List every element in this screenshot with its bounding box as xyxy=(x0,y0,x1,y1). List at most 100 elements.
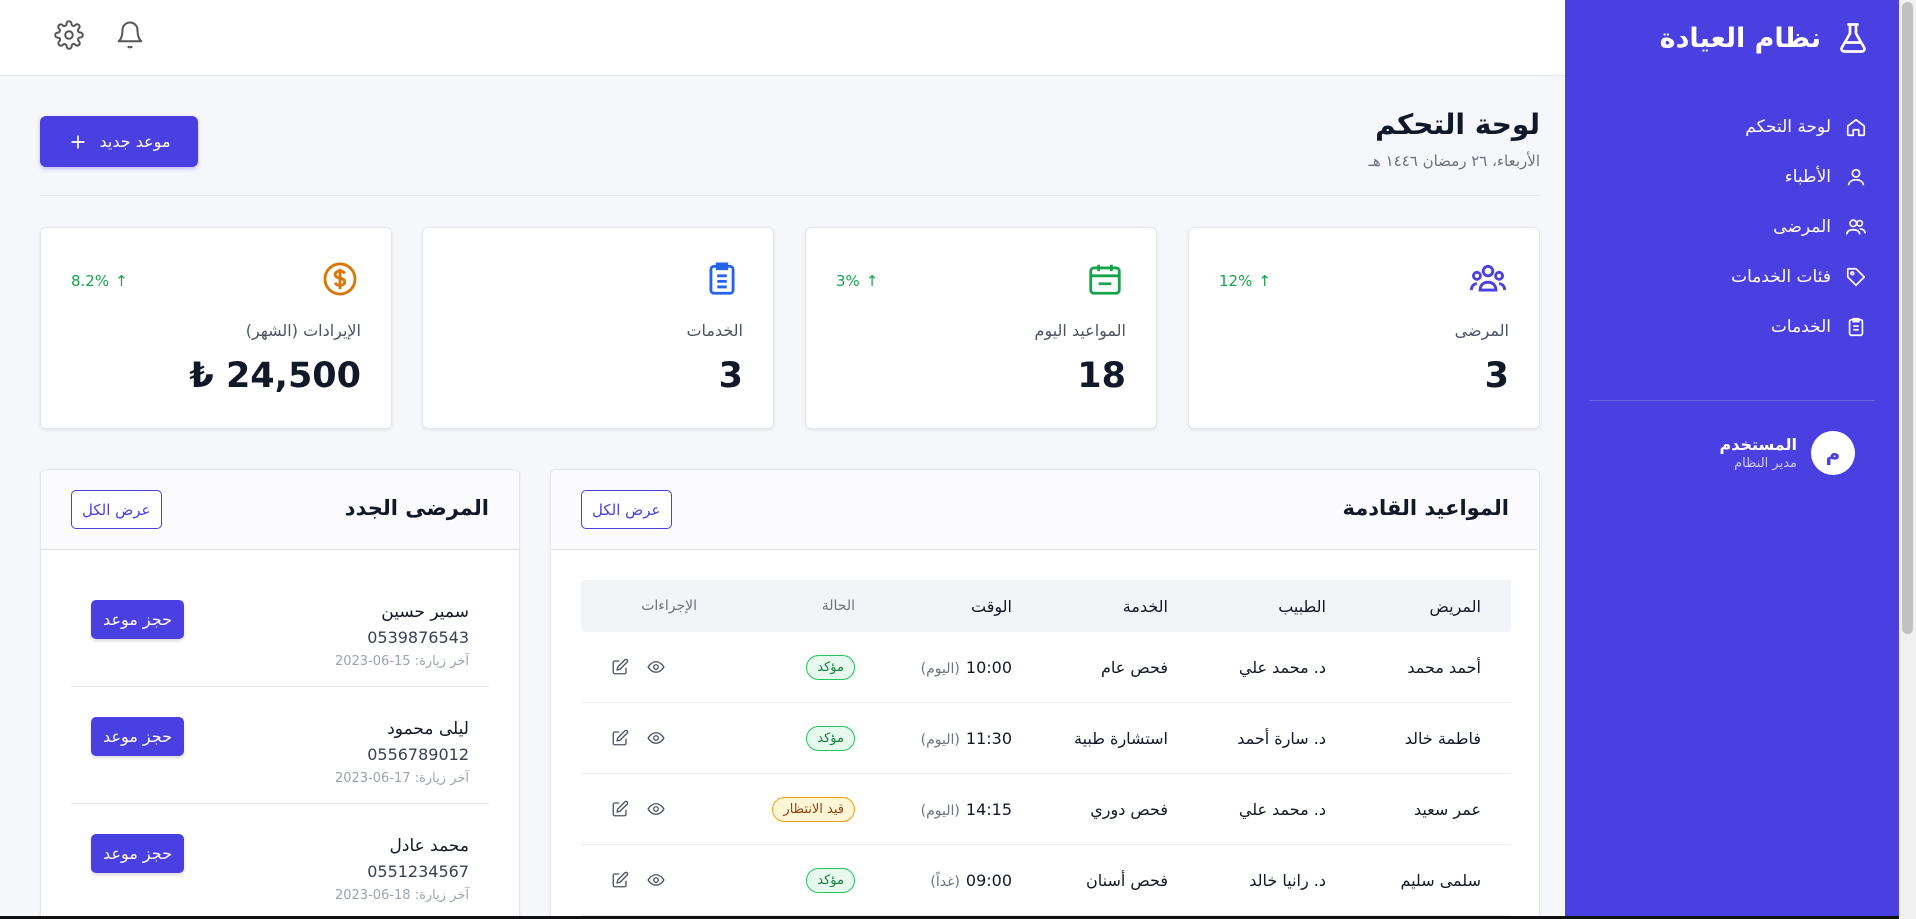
user-profile[interactable]: م المستخدم مدير النظام xyxy=(1565,401,1899,475)
sidebar-item-label: الخدمات xyxy=(1770,317,1831,337)
patient-name: سمير حسين xyxy=(381,602,469,622)
sidebar-item-doctors[interactable]: الأطباء xyxy=(1565,152,1899,202)
edit-icon[interactable] xyxy=(611,729,629,747)
eye-icon[interactable] xyxy=(647,658,665,676)
edit-icon[interactable] xyxy=(611,800,629,818)
trend-value: 12% xyxy=(1219,272,1253,290)
time-suffix: (اليوم) xyxy=(920,660,960,677)
cell-status: مؤكد xyxy=(727,654,885,680)
column-header: الوقت xyxy=(971,596,1012,616)
view-all-patients-button[interactable]: عرض الكل xyxy=(71,490,162,529)
cell-service: فحص دوري xyxy=(1090,799,1168,819)
patient-phone: 0539876543 xyxy=(367,628,469,647)
cell-time: 11:30 (اليوم) xyxy=(885,729,1040,748)
eye-icon[interactable] xyxy=(647,871,665,889)
cell-patient: أحمد محمد xyxy=(1407,657,1481,677)
time-suffix: (غداً) xyxy=(930,873,960,890)
cell-patient: فاطمة خالد xyxy=(1404,728,1481,748)
sidebar-item-services[interactable]: الخدمات xyxy=(1565,302,1899,352)
column-header: الإجراءات xyxy=(641,598,697,614)
book-appointment-button[interactable]: حجز موعد xyxy=(91,717,184,756)
sidebar-item-service-categories[interactable]: فئات الخدمات xyxy=(1565,252,1899,302)
time-value: 11:30 xyxy=(965,728,1012,748)
calendar-icon xyxy=(1086,260,1124,298)
appointments-table: المريض الطبيب الخدمة الوقت الحالة الإجرا… xyxy=(581,580,1511,916)
trend-up: ↑ 8.2% xyxy=(71,272,128,290)
page-date: الأربعاء، ٢٦ رمضان ١٤٤٦ هـ xyxy=(1368,152,1540,170)
cell-doctor: د. محمد علي xyxy=(1238,799,1326,819)
stat-label: الإيرادات (الشهر) xyxy=(245,321,361,340)
book-appointment-button[interactable]: حجز موعد xyxy=(91,834,184,873)
column-header: الخدمة xyxy=(1122,596,1168,616)
dollar-icon xyxy=(321,260,359,298)
bell-icon[interactable] xyxy=(115,20,145,50)
plus-icon xyxy=(68,132,88,152)
cell-status: قيد الانتظار xyxy=(727,796,885,822)
new-appointment-button[interactable]: موعد جديد xyxy=(40,116,198,167)
status-badge: قيد الانتظار xyxy=(772,796,855,822)
stat-value: 18 xyxy=(1077,356,1126,396)
stat-card-patients: ↑ 12% المرضى 3 xyxy=(1188,227,1540,429)
cell-time: 14:15 (اليوم) xyxy=(885,800,1040,819)
patient-last-visit: آخر زيارة: 17-06-2023 xyxy=(334,771,469,786)
list-item: سمير حسين 0539876543 آخر زيارة: 15-06-20… xyxy=(71,570,489,687)
cell-service: فحص أسنان xyxy=(1086,870,1168,890)
panel-header: المرضى الجدد عرض الكل xyxy=(41,470,519,550)
cell-doctor: د. سارة أحمد xyxy=(1237,728,1326,748)
eye-icon[interactable] xyxy=(647,800,665,818)
status-badge: مؤكد xyxy=(806,867,855,893)
gear-icon[interactable] xyxy=(54,20,84,50)
user-role: مدير النظام xyxy=(1734,456,1797,471)
page-scrollbar[interactable] xyxy=(1899,0,1916,919)
stats-row: ↑ 12% المرضى 3 ↑ 3% المواعيد اليوم 18 ال… xyxy=(40,227,1540,429)
trend-value: 3% xyxy=(836,272,860,290)
cell-actions xyxy=(581,871,727,889)
table-row: فاطمة خالد د. سارة أحمد استشارة طبية 11:… xyxy=(581,703,1511,774)
table-row: أحمد محمد د. محمد علي فحص عام 10:00 (اليو… xyxy=(581,632,1511,703)
view-all-appointments-button[interactable]: عرض الكل xyxy=(581,490,672,529)
trend-up: ↑ 12% xyxy=(1219,272,1271,290)
table-row: عمر سعيد د. محمد علي فحص دوري 14:15 (اليو… xyxy=(581,774,1511,845)
tag-icon xyxy=(1845,266,1867,288)
table-row: سلمى سليم د. رانيا خالد فحص أسنان 09:00 (… xyxy=(581,845,1511,916)
avatar: م xyxy=(1811,431,1855,475)
cell-status: مؤكد xyxy=(727,867,885,893)
cell-doctor: د. محمد علي xyxy=(1238,657,1326,677)
page-title: لوحة التحكم xyxy=(1375,108,1540,141)
sidebar-nav: لوحة التحكم الأطباء المرضى فئات الخدمات … xyxy=(1565,102,1899,352)
brand[interactable]: نظام العيادة xyxy=(1565,0,1899,76)
patient-name: محمد عادل xyxy=(389,836,469,856)
patient-last-visit: آخر زيارة: 15-06-2023 xyxy=(334,654,469,669)
cell-actions xyxy=(581,800,727,818)
stat-card-revenue: ↑ 8.2% الإيرادات (الشهر) 24,500 ₺ xyxy=(40,227,392,429)
panel-header: المواعيد القادمة عرض الكل xyxy=(551,470,1539,550)
status-badge: مؤكد xyxy=(806,654,855,680)
cell-status: مؤكد xyxy=(727,725,885,751)
status-badge: مؤكد xyxy=(806,725,855,751)
patient-phone: 0551234567 xyxy=(367,862,469,881)
sidebar-item-label: فئات الخدمات xyxy=(1731,267,1831,287)
scrollbar-thumb[interactable] xyxy=(1902,2,1913,634)
book-appointment-button[interactable]: حجز موعد xyxy=(91,600,184,639)
new-patients-panel: المرضى الجدد عرض الكل سمير حسين 05398765… xyxy=(40,469,520,919)
cell-patient: عمر سعيد xyxy=(1413,799,1481,819)
clipboard-list-icon xyxy=(703,260,741,298)
sidebar-item-dashboard[interactable]: لوحة التحكم xyxy=(1565,102,1899,152)
users-icon xyxy=(1845,216,1867,238)
arrow-up-icon: ↑ xyxy=(865,272,879,290)
eye-icon[interactable] xyxy=(647,729,665,747)
edit-icon[interactable] xyxy=(611,658,629,676)
sidebar-item-label: المرضى xyxy=(1773,217,1831,237)
stat-card-services: الخدمات 3 xyxy=(422,227,774,429)
column-header: الطبيب xyxy=(1278,596,1326,616)
edit-icon[interactable] xyxy=(611,871,629,889)
panel-title: المواعيد القادمة xyxy=(1342,496,1509,520)
new-appointment-label: موعد جديد xyxy=(99,132,171,151)
sidebar-item-patients[interactable]: المرضى xyxy=(1565,202,1899,252)
cell-time: 10:00 (اليوم) xyxy=(885,658,1040,677)
patient-last-visit: آخر زيارة: 18-06-2023 xyxy=(334,888,469,903)
cell-doctor: د. رانيا خالد xyxy=(1249,870,1326,890)
panel-title: المرضى الجدد xyxy=(344,496,489,520)
stat-label: المرضى xyxy=(1454,321,1509,340)
trend-value: 8.2% xyxy=(71,272,110,290)
